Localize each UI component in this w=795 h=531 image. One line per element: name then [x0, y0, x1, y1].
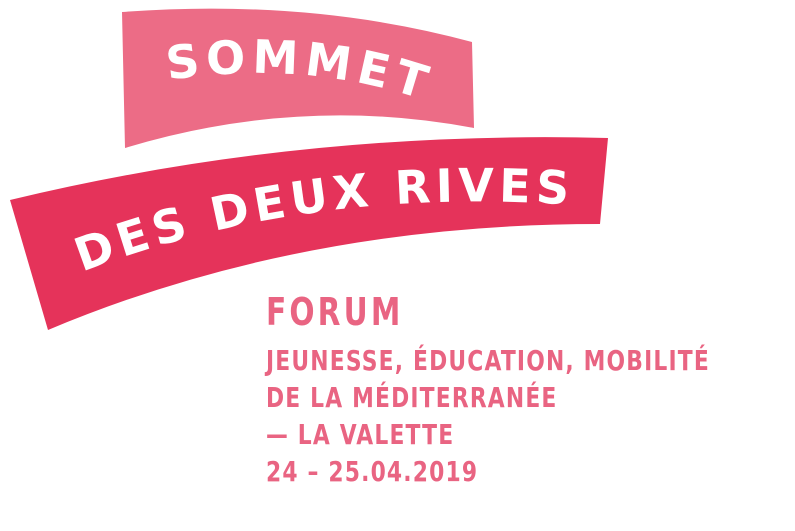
event-title: FORUM	[266, 290, 404, 334]
event-region-line: DE LA MÉDITERRANÉE	[266, 381, 558, 414]
event-info: FORUM JEUNESSE, ÉDUCATION, MOBILITÉ DE L…	[266, 290, 795, 490]
event-location-line: — LA VALETTE	[266, 418, 455, 451]
event-dates-line: 24 – 25.04.2019	[266, 455, 479, 488]
event-theme-line: JEUNESSE, ÉDUCATION, MOBILITÉ	[266, 344, 710, 377]
